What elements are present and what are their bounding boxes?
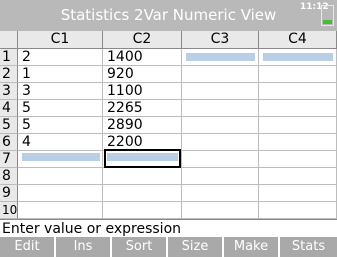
cell-c2[interactable]: 1100	[103, 83, 182, 100]
cell-c3[interactable]	[182, 168, 259, 185]
cell-c3[interactable]	[182, 151, 259, 168]
cell-c2[interactable]	[103, 202, 182, 219]
row-number: 4	[0, 100, 18, 117]
cell-c4[interactable]	[259, 83, 337, 100]
cell-c3[interactable]	[182, 66, 259, 83]
cell-c1[interactable]	[18, 168, 103, 185]
cell-c1[interactable]: 5	[18, 100, 103, 117]
cell-c1[interactable]: 5	[18, 117, 103, 134]
cell-c4[interactable]	[259, 168, 337, 185]
title-bar: Statistics 2Var Numeric View 11:12	[0, 0, 337, 31]
row-number: 1	[0, 49, 18, 66]
cell-c2[interactable]: 920	[103, 66, 182, 83]
cell-c4[interactable]	[259, 117, 337, 134]
cell-c4[interactable]	[259, 202, 337, 219]
battery-icon	[321, 5, 334, 26]
cell-c3[interactable]	[182, 100, 259, 117]
cell-c2[interactable]	[103, 168, 182, 185]
cell-c2[interactable]	[103, 185, 182, 202]
row-number: 8	[0, 168, 18, 185]
empty-slot-marker	[22, 153, 100, 161]
edit-button[interactable]: Edit	[0, 237, 56, 257]
cell-c2[interactable]: 2265	[103, 100, 182, 117]
menu-bar: Edit Ins Sort Size Make Stats	[0, 237, 337, 257]
cell-c3[interactable]	[182, 134, 259, 151]
stats-button[interactable]: Stats	[280, 237, 337, 257]
cell-c1[interactable]	[18, 202, 103, 219]
column-header-c2[interactable]: C2	[103, 31, 182, 49]
cell-c1[interactable]	[18, 185, 103, 202]
cell-c1[interactable]: 3	[18, 83, 103, 100]
cell-c3[interactable]	[182, 117, 259, 134]
cell-c4[interactable]	[259, 151, 337, 168]
cell-c1[interactable]: 1	[18, 66, 103, 83]
sort-button[interactable]: Sort	[112, 237, 168, 257]
cell-c4[interactable]	[259, 134, 337, 151]
cell-c2[interactable]: 2890	[103, 117, 182, 134]
row-number: 6	[0, 134, 18, 151]
insert-button[interactable]: Ins	[56, 237, 112, 257]
column-header-c3[interactable]: C3	[182, 31, 259, 49]
column-header-c1[interactable]: C1	[18, 31, 103, 49]
cell-c4[interactable]	[259, 185, 337, 202]
cell-c2[interactable]: 1400	[103, 49, 182, 66]
row-number: 10	[0, 202, 18, 219]
app-title: Statistics 2Var Numeric View	[60, 6, 277, 24]
cell-c4[interactable]	[259, 66, 337, 83]
row-number: 7	[0, 151, 18, 168]
cell-c1[interactable]: 2	[18, 49, 103, 66]
row-number: 5	[0, 117, 18, 134]
input-prompt: Enter value or expression	[0, 219, 337, 237]
row-number: 3	[0, 83, 18, 100]
empty-slot-marker	[186, 53, 255, 61]
numeric-grid: C1 C2 C3 C4 1 2 3 4 5 6 7 8 9 10 2 1 3 5…	[0, 31, 337, 219]
corner-header	[0, 31, 18, 49]
row-number: 9	[0, 185, 18, 202]
row-number: 2	[0, 66, 18, 83]
size-button[interactable]: Size	[168, 237, 224, 257]
cell-c1[interactable]: 4	[18, 134, 103, 151]
column-header-c4[interactable]: C4	[259, 31, 337, 49]
cell-c4[interactable]	[259, 100, 337, 117]
cell-c3[interactable]	[182, 185, 259, 202]
make-button[interactable]: Make	[224, 237, 280, 257]
cell-cursor[interactable]	[104, 149, 181, 168]
cell-c3[interactable]	[182, 83, 259, 100]
cell-c3[interactable]	[182, 202, 259, 219]
empty-slot-marker	[263, 53, 333, 61]
